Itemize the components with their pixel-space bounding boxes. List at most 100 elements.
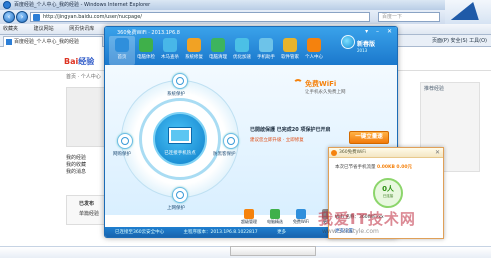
tool-label: 免费WiFi — [292, 219, 310, 224]
free-wifi-title[interactable]: 免费WiFi — [305, 79, 336, 89]
side-link-0[interactable]: 我的经验 — [66, 155, 86, 162]
popup-info: 本次已节省手机流量 0.00KB 0.00元 — [335, 164, 412, 170]
popup-info-money: 0.00元 — [396, 165, 413, 170]
nav-item-2[interactable]: 木马查杀 — [157, 36, 183, 65]
popup-info-label: 本次已节省手机流量 — [335, 165, 376, 170]
popup-header: 360免费WiFi ✕ — [329, 148, 443, 158]
wifi-icon — [296, 209, 306, 219]
side-links: 我的经验 我的收藏 我的消息 — [66, 155, 86, 176]
footer-item-0: 已连接至360云安全中心 — [115, 230, 165, 235]
wrench-icon — [187, 38, 201, 52]
watermark-text: 我爱IT技术网 — [318, 210, 416, 228]
right-column-text: 推荐经验 — [424, 86, 445, 92]
brand-name: 新春版 — [357, 41, 376, 48]
side-link-2[interactable]: 我的消息 — [66, 169, 86, 176]
home-icon — [115, 38, 129, 52]
nav-label: 首页 — [117, 55, 127, 60]
tab-label: 百度经验_个人中心_我的经验 — [14, 39, 80, 45]
nav-label: 电脑体检 — [137, 55, 155, 60]
broom-icon — [211, 38, 225, 52]
page-icon — [33, 14, 40, 21]
sat-label-0: 系统保护 — [167, 92, 185, 97]
fav-item-1[interactable]: 网页快讯库 — [69, 26, 94, 32]
ie-logo-icon — [3, 1, 11, 9]
search-input[interactable]: 百度一下 — [378, 12, 440, 22]
tab-favicon-icon — [6, 39, 12, 45]
sat-label-1: 网购保护 — [113, 152, 131, 157]
nav-item-1[interactable]: 电脑体检 — [133, 36, 159, 65]
nav-item-4[interactable]: 电脑清理 — [205, 36, 231, 65]
nav-item-7[interactable]: 软件管家 — [277, 36, 303, 65]
tool-1[interactable]: 电脑精选 — [263, 209, 287, 225]
nav-label: 个人中心 — [305, 55, 323, 60]
person-icon — [307, 38, 321, 52]
logo-text: Bai — [64, 57, 79, 66]
box-icon — [283, 38, 297, 52]
tab-active[interactable]: 百度经验_个人中心_我的经验 — [3, 36, 103, 47]
nav-item-5[interactable]: 优化加速 — [229, 36, 255, 65]
popup-title: 360免费WiFi — [339, 150, 366, 155]
window-title: 百度经验_个人中心_我的经验 - Windows Internet Explor… — [14, 2, 151, 8]
favorites-button[interactable]: 收藏夹 — [3, 26, 18, 32]
sat-label-3: 上网保护 — [167, 206, 185, 211]
rocket-icon — [235, 38, 249, 52]
footer-item-1: 主程序版本：2013.1P6.8.1022817 — [183, 230, 258, 235]
web-protect-icon[interactable] — [172, 187, 188, 203]
status-sub[interactable]: 建议您立即升级 · 立即修复 — [250, 137, 304, 143]
back-button[interactable]: ‹ — [3, 11, 15, 23]
tool-2[interactable]: 免费WiFi — [289, 209, 313, 225]
user-box-title: 已发布 — [79, 201, 95, 207]
side-link-1[interactable]: 我的收藏 — [66, 162, 86, 169]
forward-button[interactable]: › — [16, 11, 28, 23]
wifi-icon — [293, 79, 303, 89]
pick-icon — [270, 209, 280, 219]
address-url: http://jingyan.baidu.com/user/nucpage/ — [43, 14, 142, 20]
nav-item-0[interactable]: 首页 — [109, 36, 135, 65]
tool-0[interactable]: 超级管理 — [237, 209, 261, 225]
popup-info-value: 0.00KB — [376, 165, 395, 170]
manage-icon — [244, 209, 254, 219]
nav-item-6[interactable]: 手机助手 — [253, 36, 279, 65]
fav-item-0[interactable]: 建议网站 — [34, 26, 54, 32]
brand-logo-icon — [341, 35, 355, 49]
laptop-icon — [168, 127, 192, 144]
nav-label: 电脑清理 — [209, 55, 227, 60]
wifi-app-title: 360免费WiFi · 2013.1P6.8 — [117, 30, 180, 36]
footer-item-2[interactable]: 更多 — [277, 230, 286, 235]
connected-label: 已连接 — [382, 194, 394, 198]
window-title-bar: 百度经验_个人中心_我的经验 - Windows Internet Explor… — [0, 0, 491, 10]
optimize-button[interactable]: 一键立量速 — [349, 131, 389, 144]
popup-close-button[interactable]: ✕ — [435, 148, 440, 158]
logo-suffix: 经验 — [78, 57, 95, 66]
popup-logo-icon — [331, 150, 337, 156]
system-protect-icon[interactable] — [172, 73, 188, 89]
status-title: 已開啟保護 已完成20 项保护已开启 — [250, 127, 331, 133]
sat-label-2: 防黑客保护 — [213, 152, 236, 157]
nav-item-3[interactable]: 系统修复 — [181, 36, 207, 65]
wifi-app-header: 360免费WiFi · 2013.1P6.8 ▾ – ✕ 首页 电脑体检 木马查杀 系… — [105, 27, 397, 65]
address-bar[interactable]: http://jingyan.baidu.com/user/nucpage/ — [30, 12, 370, 22]
watermark-url: www.52itstyle.com — [322, 228, 379, 235]
main-nav: 首页 电脑体检 木马查杀 系统修复 电脑清理 优化加速 手机助手 软件管家 个人中心 — [109, 36, 329, 65]
nav-label: 软件管家 — [281, 55, 299, 60]
bug-icon — [163, 38, 177, 52]
shopping-protect-icon[interactable] — [117, 133, 133, 149]
nav-item-8[interactable]: 个人中心 — [301, 36, 327, 65]
baidu-logo[interactable]: Bai经验 — [64, 56, 94, 67]
nav-label: 手机助手 — [257, 55, 275, 60]
ie-brand-area — [445, 0, 491, 24]
window-controls[interactable]: ▾ – ✕ — [365, 28, 395, 35]
shield-icon — [139, 38, 153, 52]
core-label: 已连接手机热点 — [164, 151, 196, 156]
bottom-search-box[interactable] — [230, 246, 316, 256]
avatar — [66, 87, 106, 147]
command-bar[interactable]: 页面(P) 安全(S) 工具(O) — [432, 35, 487, 47]
hacker-protect-icon[interactable] — [223, 133, 239, 149]
brand-sub: 2013 — [357, 48, 368, 53]
bird-logo-icon — [450, 2, 488, 20]
breadcrumb: 首页 · 个人中心 — [66, 74, 101, 80]
user-stats-box: 已发布 单篇经验 — [66, 195, 106, 225]
free-wifi-sub: 让手机永久免费上网 — [305, 90, 346, 95]
address-row: ‹ › http://jingyan.baidu.com/user/nucpag… — [0, 10, 491, 24]
nav-label: 木马查杀 — [161, 55, 179, 60]
